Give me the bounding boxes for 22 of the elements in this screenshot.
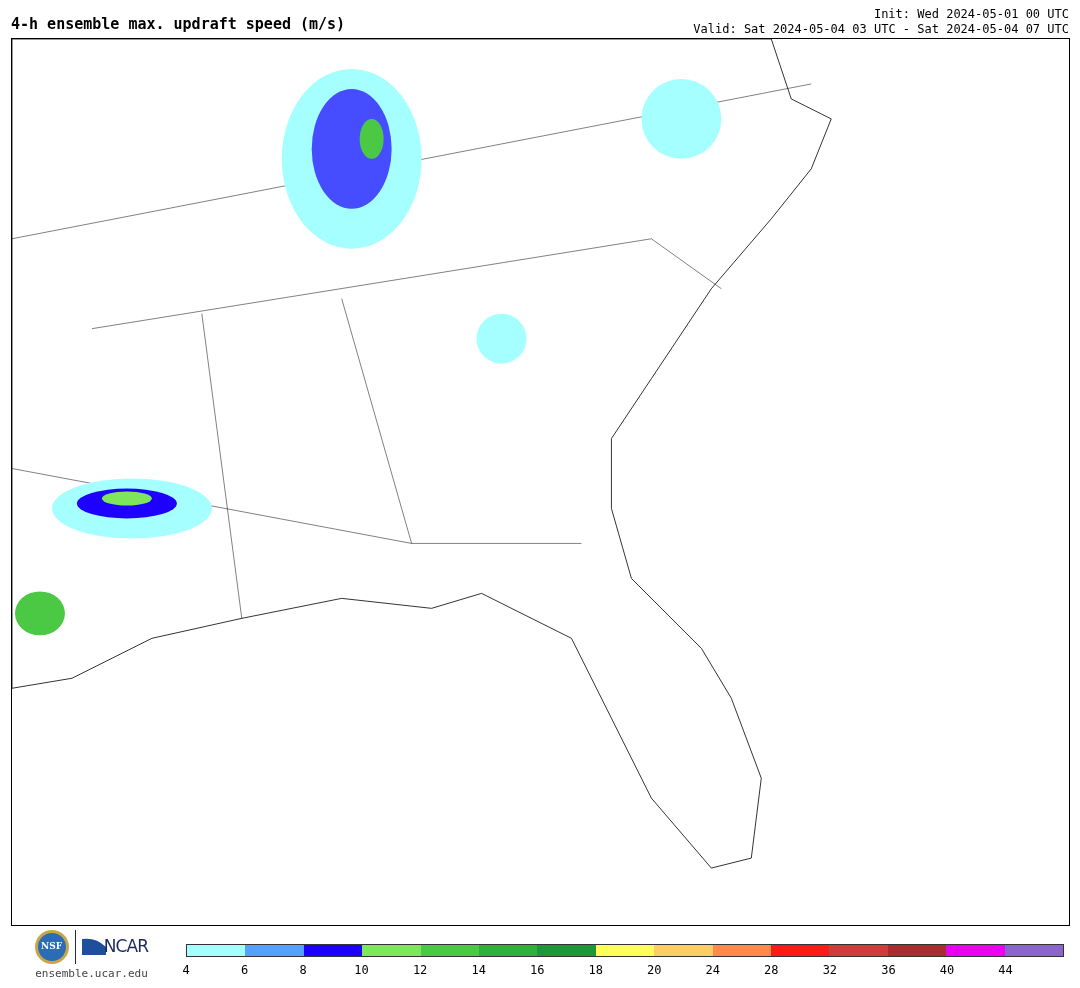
tick-label: 28 (764, 962, 779, 979)
tick-label: 18 (588, 962, 603, 979)
tick-label: 32 (822, 962, 838, 979)
tick-label: 4 (182, 962, 190, 979)
tick-label: 16 (529, 962, 545, 979)
init-time: Init: Wed 2024-05-01 00 UTC (873, 7, 1069, 22)
tick-label: 44 (998, 962, 1013, 979)
tick-label: 20 (647, 962, 662, 979)
tick-label: 40 (939, 962, 955, 979)
tick-label: 14 (471, 962, 486, 979)
ncar-wordmark: NCAR (103, 935, 149, 959)
tick-label: 36 (881, 962, 896, 979)
tick-label: 6 (240, 962, 249, 979)
valid-time: Valid: Sat 2024-05-04 03 UTC - Sat 2024-05-04 07 UTC (693, 22, 1069, 37)
tick-label: 24 (705, 962, 720, 979)
swoosh-icon (81, 937, 106, 957)
tick-label: 8 (299, 962, 307, 979)
plot-title: 4-h ensemble max. updraft speed (m/s) (11, 17, 346, 32)
site-url: ensemble.ucar.edu (35, 966, 148, 982)
tick-label: 12 (412, 962, 428, 979)
tick-label: 10 (354, 962, 369, 979)
seal-logo: NSF (34, 930, 69, 964)
